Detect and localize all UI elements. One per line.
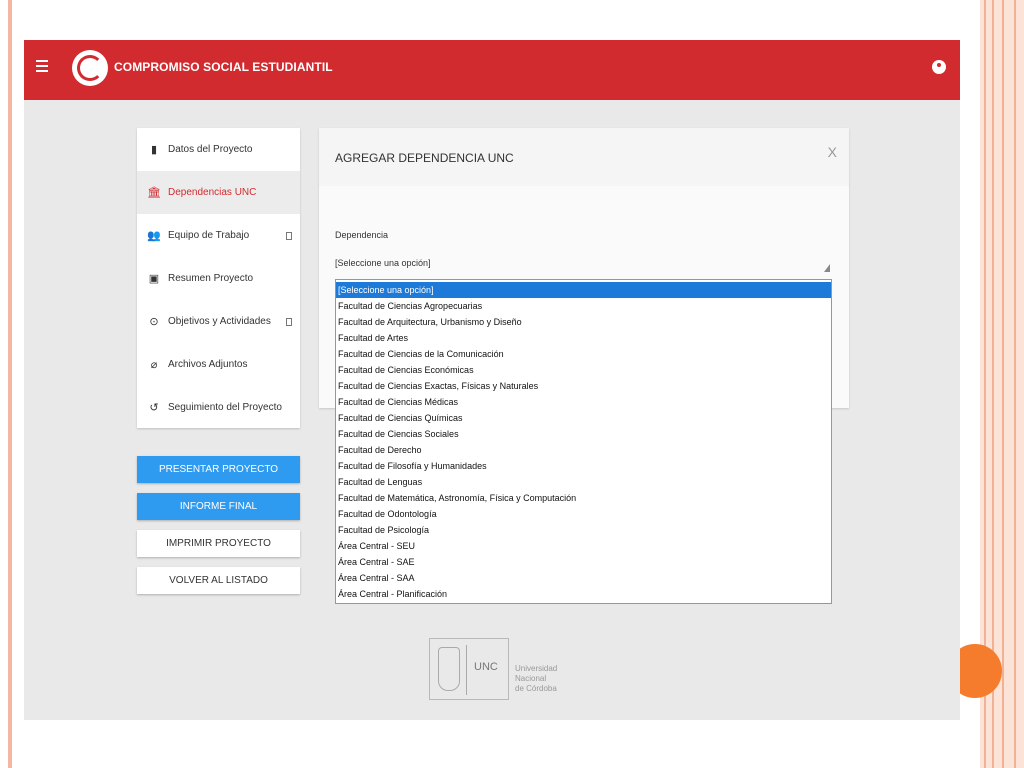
sidebar-item-objetivos[interactable]: ⊙ Objetivos y Actividades	[137, 300, 300, 343]
dependencia-dropdown-list[interactable]: [Seleccione una opción] Facultad de Cienc…	[335, 279, 832, 604]
sidebar-item-label: Seguimiento del Proyecto	[168, 402, 282, 413]
sidebar-item-resumen[interactable]: ▣ Resumen Proyecto	[137, 257, 300, 300]
sidebar-item-label: Objetivos y Actividades	[168, 316, 271, 327]
dependencia-select[interactable]: [Seleccione una opción]	[335, 258, 431, 268]
unc-abbrev: UNC	[474, 661, 498, 673]
imprimir-proyecto-button[interactable]: IMPRIMIR PROYECTO	[137, 530, 300, 557]
sidebar-item-archivos[interactable]: ⌀ Archivos Adjuntos	[137, 343, 300, 386]
menu-icon[interactable]	[36, 60, 48, 76]
unc-name: Universidad Nacional de Córdoba	[515, 664, 558, 693]
modal-header: AGREGAR DEPENDENCIA UNC X	[319, 128, 849, 186]
dropdown-option[interactable]: Facultad de Artes	[336, 330, 831, 346]
sidebar-item-label: Archivos Adjuntos	[168, 359, 248, 370]
dropdown-option[interactable]: Área Central - Planificación	[336, 586, 831, 602]
dropdown-option[interactable]: Facultad de Ciencias de la Comunicación	[336, 346, 831, 362]
close-icon[interactable]: X	[828, 144, 837, 160]
dropdown-option[interactable]: Facultad de Ciencias Químicas	[336, 410, 831, 426]
dropdown-option[interactable]: Facultad de Lenguas	[336, 474, 831, 490]
user-icon[interactable]	[932, 60, 946, 74]
history-icon: ↺	[149, 402, 159, 414]
dropdown-option[interactable]: [Seleccione una opción]	[336, 282, 831, 298]
presentar-proyecto-button[interactable]: PRESENTAR PROYECTO	[137, 456, 300, 483]
volver-listado-button[interactable]: VOLVER AL LISTADO	[137, 567, 300, 594]
dropdown-option[interactable]: Facultad de Ciencias Exactas, Físicas y …	[336, 378, 831, 394]
sidebar: ▮ Datos del Proyecto 🏛 Dependencias UNC …	[137, 128, 300, 428]
sidebar-item-label: Equipo de Trabajo	[168, 230, 250, 241]
modal-title: AGREGAR DEPENDENCIA UNC	[335, 151, 514, 165]
expand-icon[interactable]	[286, 231, 292, 240]
dropdown-option[interactable]: Facultad de Derecho	[336, 442, 831, 458]
sidebar-item-dependencias[interactable]: 🏛 Dependencias UNC	[137, 171, 300, 214]
app-logo	[72, 50, 108, 86]
unc-footer-logo: UNC Universidad Nacional de Córdoba	[429, 638, 559, 700]
dropdown-option[interactable]: Facultad de Ciencias Sociales	[336, 426, 831, 442]
app-title: COMPROMISO SOCIAL ESTUDIANTIL	[114, 60, 333, 74]
select-arrow-icon[interactable]	[824, 264, 830, 272]
dropdown-option[interactable]: Área Central - SEU	[336, 538, 831, 554]
slide-left-bar	[8, 0, 12, 768]
sidebar-item-seguimiento[interactable]: ↺ Seguimiento del Proyecto	[137, 386, 300, 429]
clipboard-icon: ▣	[148, 273, 160, 285]
dropdown-option[interactable]: Facultad de Matemática, Astronomía, Físi…	[336, 490, 831, 506]
dropdown-option[interactable]: Facultad de Psicología	[336, 522, 831, 538]
informe-final-button[interactable]: INFORME FINAL	[137, 493, 300, 520]
sidebar-item-label: Datos del Proyecto	[168, 144, 253, 155]
sidebar-item-label: Dependencias UNC	[168, 187, 257, 198]
dropdown-option[interactable]: Área Central - SAA	[336, 570, 831, 586]
people-icon: 👥	[147, 230, 161, 242]
dropdown-option[interactable]: Facultad de Arquitectura, Urbanismo y Di…	[336, 314, 831, 330]
dropdown-option[interactable]: Facultad de Ciencias Agropecuarias	[336, 298, 831, 314]
institution-icon: 🏛	[147, 187, 161, 199]
dropdown-option[interactable]: Facultad de Odontología	[336, 506, 831, 522]
expand-icon[interactable]	[286, 317, 292, 326]
sidebar-item-equipo[interactable]: 👥 Equipo de Trabajo	[137, 214, 300, 257]
dropdown-option[interactable]: Facultad de Ciencias Médicas	[336, 394, 831, 410]
document-icon: ▮	[150, 144, 158, 156]
sidebar-item-datos-proyecto[interactable]: ▮ Datos del Proyecto	[137, 128, 300, 171]
target-icon: ⊙	[149, 316, 159, 328]
paperclip-icon: ⌀	[150, 359, 158, 371]
sidebar-item-label: Resumen Proyecto	[168, 273, 254, 284]
dependencia-label: Dependencia	[335, 230, 389, 240]
top-bar: COMPROMISO SOCIAL ESTUDIANTIL	[24, 40, 960, 100]
app-window: COMPROMISO SOCIAL ESTUDIANTIL ▮ Datos de…	[24, 40, 960, 720]
dropdown-option[interactable]: Facultad de Filosofía y Humanidades	[336, 458, 831, 474]
unc-shield-icon	[438, 647, 460, 691]
dropdown-option[interactable]: Área Central - SAE	[336, 554, 831, 570]
dropdown-option[interactable]: Facultad de Ciencias Económicas	[336, 362, 831, 378]
